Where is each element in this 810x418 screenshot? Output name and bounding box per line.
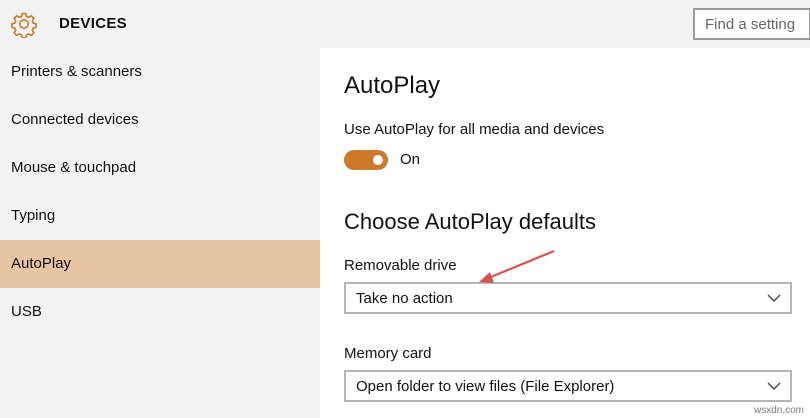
- sidebar-item-usb[interactable]: USB: [0, 288, 320, 336]
- sidebar-item-mouse-touchpad[interactable]: Mouse & touchpad: [0, 144, 320, 192]
- sidebar-item-connected-devices[interactable]: Connected devices: [0, 96, 320, 144]
- removable-drive-value: Take no action: [356, 290, 453, 307]
- removable-drive-label: Removable drive: [344, 257, 457, 274]
- section-title: AutoPlay: [344, 72, 441, 99]
- memory-card-select[interactable]: Open folder to view files (File Explorer…: [344, 370, 792, 402]
- removable-drive-select[interactable]: Take no action: [344, 282, 792, 314]
- defaults-heading: Choose AutoPlay defaults: [344, 209, 596, 234]
- toggle-knob: [373, 155, 383, 165]
- search-input[interactable]: [693, 8, 810, 40]
- watermark: wsxdn.com: [753, 405, 804, 416]
- chevron-down-icon: [767, 382, 781, 390]
- sidebar: Printers & scanners Connected devices Mo…: [0, 48, 320, 418]
- toggle-state-text: On: [400, 151, 421, 168]
- memory-card-value: Open folder to view files (File Explorer…: [356, 378, 615, 395]
- memory-card-label: Memory card: [344, 345, 432, 362]
- chevron-down-icon: [767, 294, 781, 302]
- gear-icon: [11, 12, 37, 38]
- main-content: AutoPlay Use AutoPlay for all media and …: [320, 48, 810, 418]
- autoplay-toggle[interactable]: [344, 150, 388, 170]
- page-title: DEVICES: [59, 15, 127, 32]
- sidebar-item-printers-scanners[interactable]: Printers & scanners: [0, 48, 320, 96]
- title-bar: DEVICES: [0, 0, 810, 48]
- autoplay-toggle-label: Use AutoPlay for all media and devices: [344, 121, 605, 138]
- annotation-arrow-icon: [479, 249, 555, 283]
- sidebar-item-typing[interactable]: Typing: [0, 192, 320, 240]
- sidebar-item-autoplay[interactable]: AutoPlay: [0, 240, 320, 288]
